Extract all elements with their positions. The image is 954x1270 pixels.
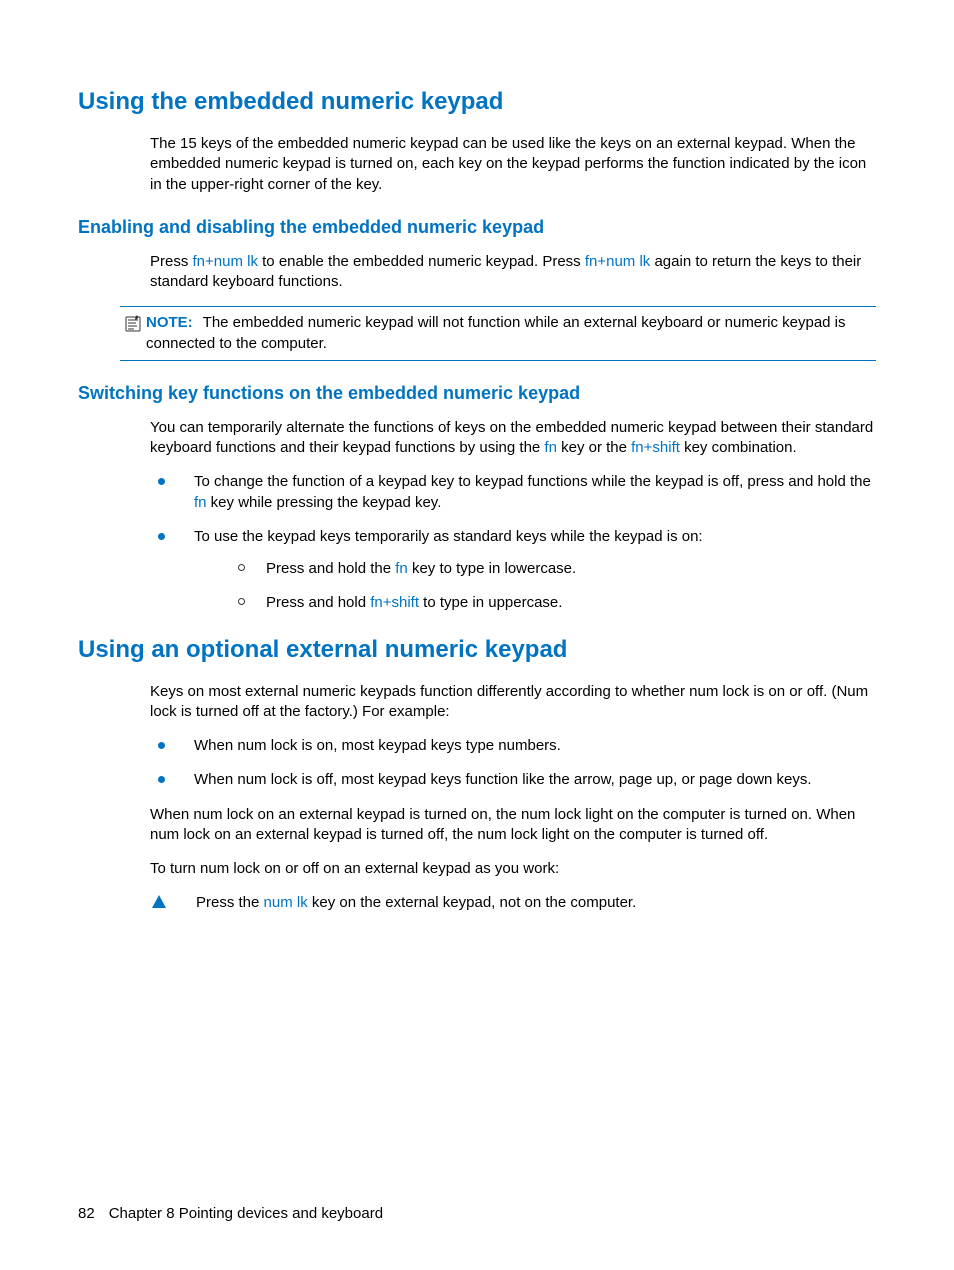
list-item: To use the keypad keys temporarily as st… — [150, 527, 876, 614]
key-numlk: num lk — [264, 894, 308, 911]
key-fn-2: fn — [194, 494, 207, 511]
key-fn-shift: fn+shift — [631, 439, 680, 456]
bullet-list-numlock: When num lock is on, most keypad keys ty… — [150, 736, 876, 791]
triangle-icon — [150, 893, 196, 908]
paragraph-external-intro: Keys on most external numeric keypads fu… — [150, 682, 876, 723]
key-fn-3: fn — [395, 560, 408, 577]
note-icon — [120, 313, 146, 333]
key-fn: fn — [544, 439, 557, 456]
key-fn-numlk: fn+num lk — [193, 253, 258, 270]
key-fn-numlk-2: fn+num lk — [585, 253, 650, 270]
list-item: When num lock is on, most keypad keys ty… — [150, 736, 876, 756]
paragraph-switching: You can temporarily alternate the functi… — [150, 418, 876, 459]
note-text: NOTE:The embedded numeric keypad will no… — [146, 313, 876, 354]
heading-enabling: Enabling and disabling the embedded nume… — [78, 217, 876, 238]
note-box: NOTE:The embedded numeric keypad will no… — [120, 306, 876, 361]
triangle-step: Press the num lk key on the external key… — [150, 893, 876, 913]
key-fn-shift-2: fn+shift — [370, 594, 419, 611]
page-footer: 82 Chapter 8 Pointing devices and keyboar… — [78, 1205, 383, 1222]
heading-switching: Switching key functions on the embedded … — [78, 383, 876, 404]
paragraph-numlock-light: When num lock on an external keypad is t… — [150, 805, 876, 846]
note-label: NOTE: — [146, 314, 193, 331]
heading-using-embedded: Using the embedded numeric keypad — [78, 88, 876, 116]
paragraph-intro: The 15 keys of the embedded numeric keyp… — [150, 134, 876, 195]
list-item: Press and hold fn+shift to type in upper… — [230, 593, 876, 613]
document-page: Using the embedded numeric keypad The 15… — [0, 0, 954, 1270]
bullet-list-switching: To change the function of a keypad key t… — [150, 472, 876, 613]
heading-external-keypad: Using an optional external numeric keypa… — [78, 636, 876, 664]
sub-list: Press and hold the fn key to type in low… — [230, 559, 876, 614]
triangle-text: Press the num lk key on the external key… — [196, 893, 876, 913]
list-item: To change the function of a keypad key t… — [150, 472, 876, 513]
page-number: 82 — [78, 1205, 95, 1222]
list-item: Press and hold the fn key to type in low… — [230, 559, 876, 579]
chapter-title: Chapter 8 Pointing devices and keyboard — [109, 1205, 383, 1222]
list-item: When num lock is off, most keypad keys f… — [150, 770, 876, 790]
paragraph-turn-numlock: To turn num lock on or off on an externa… — [150, 859, 876, 879]
paragraph-press-fn: Press fn+num lk to enable the embedded n… — [150, 252, 876, 293]
